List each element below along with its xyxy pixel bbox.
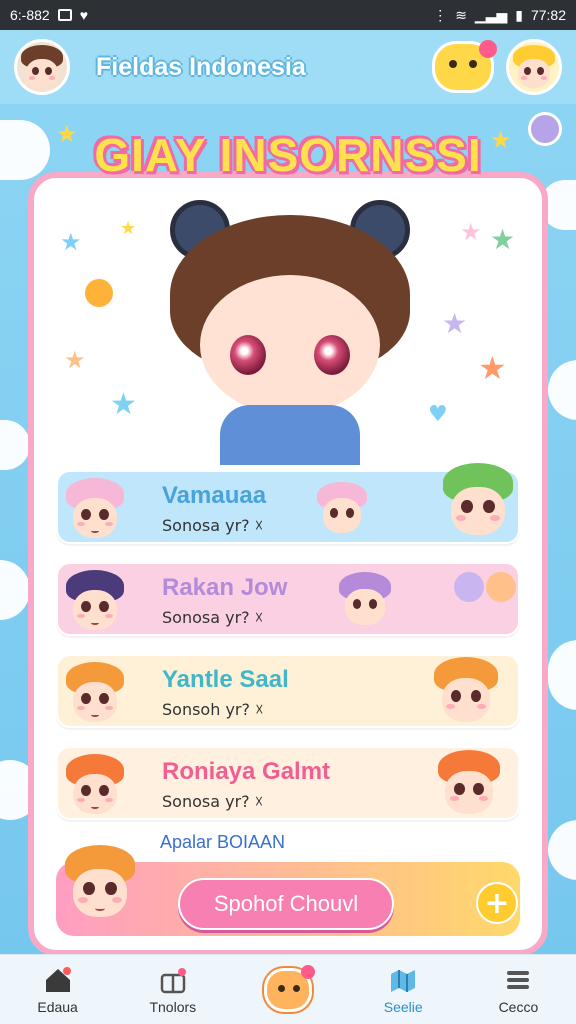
cloud	[548, 360, 576, 420]
star-icon: ★	[110, 387, 137, 422]
profile-avatar[interactable]	[14, 39, 70, 95]
gift-icon	[157, 965, 189, 995]
status-time-left: 6:-882	[10, 7, 50, 23]
chat-avatar	[60, 658, 130, 728]
chat-sticker	[312, 478, 372, 538]
star-icon: ★	[460, 218, 482, 246]
chat-item[interactable]: Roniaya Galmt Sonosa yr? ☓	[56, 746, 520, 820]
star-icon: ★	[442, 307, 468, 340]
cloud	[548, 820, 576, 880]
star-icon: ★	[56, 120, 78, 148]
chat-preview: Sonosa yr? ☓	[162, 608, 264, 627]
app-title: Fieldas Indonesia	[96, 52, 306, 81]
chat-preview: Sonsoh yr? ☓	[162, 700, 264, 719]
chat-item[interactable]: Rakan Jow Sonosa yr? ☓	[56, 562, 520, 636]
chat-item[interactable]: Yantle Saal Sonsoh yr? ☓	[56, 654, 520, 728]
chat-item[interactable]: Vamauaa Sonosa yr? ☓	[56, 463, 520, 544]
nav-item-mascot[interactable]	[230, 955, 345, 1024]
app-bar: Fieldas Indonesia	[0, 30, 576, 104]
chat-name: Roniaya Galmt	[162, 758, 331, 785]
section-label: Apalar BOIAAN	[160, 832, 286, 852]
nav-label: Edaua	[37, 998, 78, 1015]
status-bar: 6:-882 ♥ ⋮ ≋ ▁▃▅ ▮ 77:82	[0, 0, 576, 30]
chat-name: Vamauaa	[162, 482, 267, 509]
planet-icon	[82, 276, 116, 310]
nav-item-gifts[interactable]: Tnolors	[115, 955, 230, 1024]
chat-bar-avatar	[58, 840, 142, 930]
hero-mascot-image	[140, 195, 440, 465]
cloud	[0, 560, 30, 620]
star-icon: ★	[120, 218, 137, 239]
nav-item-map[interactable]: Seelie	[346, 955, 461, 1024]
chat-avatar	[60, 566, 130, 636]
chat-notification-icon: ♥	[79, 7, 89, 23]
home-icon	[42, 965, 74, 995]
chat-sticker	[432, 746, 506, 820]
chat-preview: Sonosa yr? ☓	[162, 792, 264, 811]
star-icon: ★	[490, 223, 516, 256]
chat-avatar	[60, 474, 130, 544]
wifi-icon: ≋	[455, 6, 467, 23]
bottom-nav: Edaua Tnolors Seelie Cecco	[0, 954, 576, 1024]
chat-sticker	[454, 572, 484, 602]
nav-item-home[interactable]: Edaua	[0, 955, 115, 1024]
star-icon: ★	[490, 126, 512, 154]
cloud	[0, 120, 50, 180]
friend-avatar[interactable]	[506, 39, 562, 95]
chat-sticker	[428, 652, 504, 728]
chat-preview: Sonosa yr? ☓	[162, 516, 264, 535]
battery-icon: ▮	[515, 6, 523, 23]
nav-item-menu[interactable]: Cecco	[461, 955, 576, 1024]
chat-sticker	[486, 572, 516, 602]
vibrate-icon: ⋮	[433, 6, 448, 23]
star-icon: ★	[478, 349, 507, 387]
headline-title: GIAY INSORNSSI	[94, 129, 482, 181]
star-icon: ★	[60, 228, 82, 256]
start-chat-button[interactable]: Spohof Chouvl	[178, 878, 394, 930]
heart-icon: ♥	[428, 402, 448, 427]
nav-label: Cecco	[498, 998, 539, 1015]
chat-avatar	[60, 750, 130, 820]
nav-label: Seelie	[383, 998, 423, 1015]
cloud	[0, 420, 30, 470]
planet-icon	[528, 112, 562, 146]
star-icon: ★	[64, 346, 86, 374]
add-button[interactable]: +	[476, 882, 518, 924]
map-icon	[387, 965, 419, 995]
chat-name: Rakan Jow	[162, 574, 288, 601]
cloud	[548, 640, 576, 710]
chat-sticker	[436, 458, 520, 542]
chat-sticker	[334, 568, 396, 630]
status-time-right: 77:82	[530, 7, 566, 23]
signal-icon: ▁▃▅	[474, 6, 508, 23]
chat-name: Yantle Saal	[162, 666, 289, 693]
notification-icon	[57, 9, 72, 21]
nav-label: Tnolors	[149, 998, 197, 1015]
mascot-bear-icon[interactable]	[432, 40, 497, 93]
mascot-icon	[264, 964, 315, 1012]
menu-icon	[502, 965, 534, 995]
